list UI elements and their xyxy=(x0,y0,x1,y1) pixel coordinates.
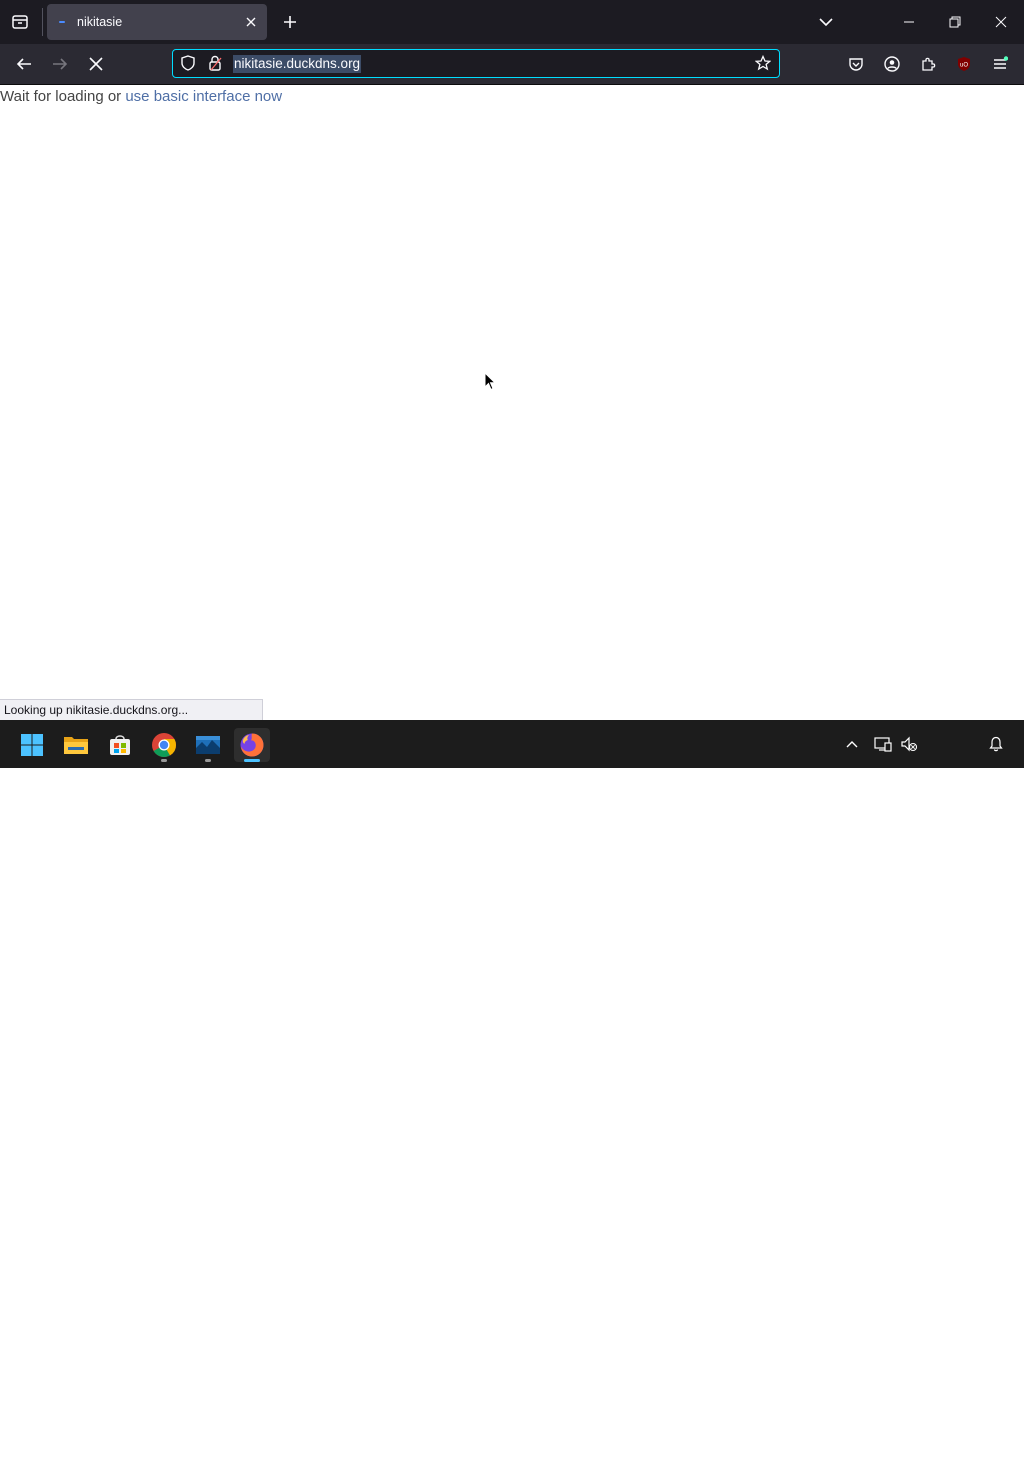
status-panel: Looking up nikitasie.duckdns.org... xyxy=(0,699,263,720)
stop-icon[interactable] xyxy=(80,48,112,80)
chrome-icon[interactable] xyxy=(146,728,182,762)
divider xyxy=(42,8,43,36)
forward-icon[interactable] xyxy=(44,48,76,80)
clock-date: 8/4/2024 xyxy=(933,1465,981,1479)
extensions-icon[interactable] xyxy=(912,48,944,80)
shield-icon[interactable] xyxy=(178,53,198,73)
taskbar: 4:19 AM 8/4/2024 xyxy=(0,720,1024,1479)
notification-bell-icon[interactable] xyxy=(986,732,1006,756)
address-bar[interactable]: nikitasie.duckdns.org xyxy=(172,49,780,78)
tab-strip: nikitasie xyxy=(0,0,1024,44)
lock-icon[interactable] xyxy=(205,53,225,73)
minimize-icon[interactable] xyxy=(892,6,926,38)
pocket-icon[interactable] xyxy=(840,48,872,80)
active-indicator xyxy=(244,759,260,762)
menu-icon[interactable] xyxy=(984,48,1016,80)
account-icon[interactable] xyxy=(876,48,908,80)
firefox-icon[interactable] xyxy=(234,728,270,762)
restore-icon[interactable] xyxy=(938,6,972,38)
navigation-toolbar: nikitasie.duckdns.org uO xyxy=(0,44,1024,85)
mouse-cursor-icon xyxy=(484,372,496,391)
back-icon[interactable] xyxy=(8,48,40,80)
basic-interface-link[interactable]: use basic interface now xyxy=(125,88,282,105)
list-all-tabs-icon[interactable] xyxy=(812,8,840,36)
tab-favicon-icon xyxy=(59,21,65,23)
tab-title: nikitasie xyxy=(77,15,123,29)
new-tab-icon[interactable] xyxy=(276,8,304,36)
volume-muted-icon[interactable] xyxy=(898,732,920,756)
svg-text:uO: uO xyxy=(960,63,968,69)
tab-nikitasie[interactable]: nikitasie xyxy=(47,4,267,40)
app-icon[interactable] xyxy=(190,728,226,762)
system-clock[interactable]: 4:19 AM 8/4/2024 xyxy=(926,1448,988,1480)
ublock-icon[interactable]: uO xyxy=(948,48,980,80)
microsoft-store-icon[interactable] xyxy=(102,728,138,762)
window-close-icon[interactable] xyxy=(984,6,1018,38)
clock-time: 4:19 AM xyxy=(934,1449,980,1463)
url-text[interactable]: nikitasie.duckdns.org xyxy=(233,55,362,73)
file-explorer-icon[interactable] xyxy=(58,728,94,762)
close-icon[interactable] xyxy=(241,12,261,32)
loading-message: Wait for loading or use basic interface … xyxy=(0,87,282,107)
chevron-up-icon[interactable] xyxy=(842,732,862,756)
loading-text: Wait for loading or xyxy=(0,88,126,105)
tab-overview-icon[interactable] xyxy=(6,8,34,36)
running-indicator xyxy=(205,759,211,762)
network-icon[interactable] xyxy=(872,732,894,756)
bookmark-star-icon[interactable] xyxy=(753,53,773,73)
start-icon[interactable] xyxy=(14,728,50,762)
running-indicator xyxy=(161,759,167,762)
